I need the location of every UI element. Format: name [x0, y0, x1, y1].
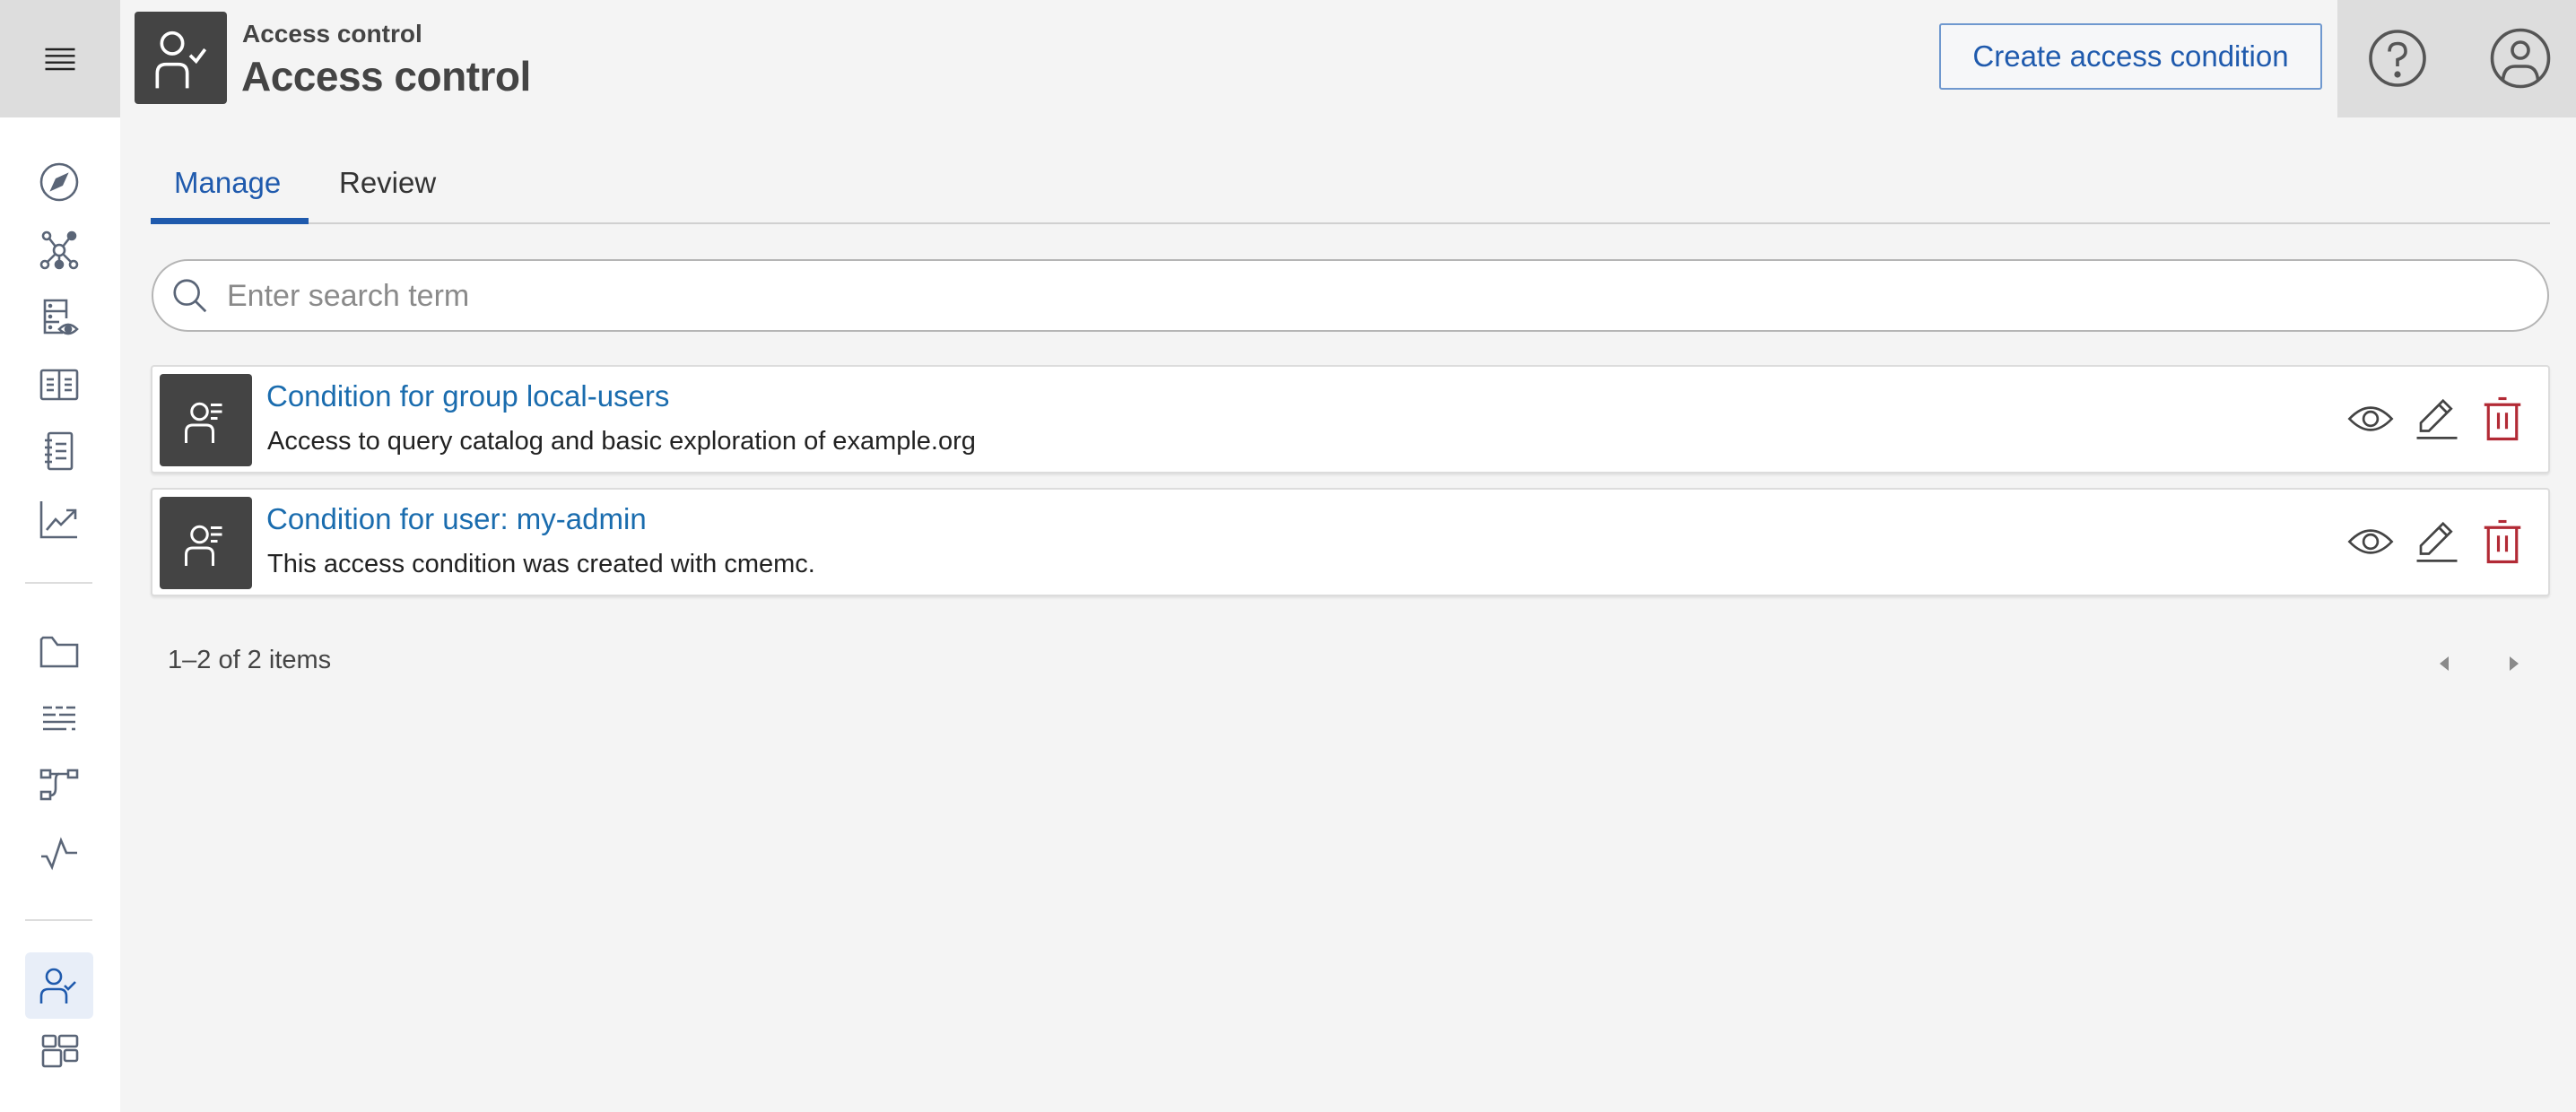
search-field	[152, 259, 2549, 332]
lines-icon	[43, 706, 75, 731]
trash-icon	[2484, 396, 2521, 441]
tab-manage[interactable]: Manage	[151, 161, 304, 222]
header-actions	[2337, 0, 2576, 117]
delete-button[interactable]	[2476, 515, 2529, 569]
condition-icon	[160, 374, 252, 466]
condition-title-link[interactable]: Condition for group local-users	[266, 379, 669, 413]
user-avatar-icon	[2490, 28, 2551, 89]
knowledge-graph-icon	[39, 230, 79, 270]
pencil-icon	[2416, 398, 2458, 439]
sidebar-item-workflows[interactable]	[25, 751, 93, 818]
sidebar-item-dashboard[interactable]	[25, 1019, 93, 1085]
sidebar-item-business-rules[interactable]	[25, 352, 93, 418]
eye-icon	[2347, 529, 2394, 554]
sidebar-item-access-control[interactable]	[25, 952, 93, 1019]
compass-icon	[39, 162, 79, 202]
edit-button[interactable]	[2410, 392, 2464, 446]
sidebar	[0, 0, 120, 1112]
sidebar-item-knowledge-graphs[interactable]	[25, 217, 93, 283]
previous-page-button[interactable]	[2425, 644, 2465, 683]
condition-icon	[160, 497, 252, 589]
hamburger-menu-icon	[45, 48, 75, 70]
user-check-icon	[39, 968, 76, 1003]
sidebar-divider	[25, 582, 92, 584]
list-item: Condition for user: my-admin This access…	[151, 488, 2550, 596]
user-check-icon	[155, 30, 206, 88]
dashboard-icon	[41, 1034, 79, 1068]
sidebar-item-datasets[interactable]	[25, 685, 93, 751]
trash-icon	[2484, 519, 2521, 564]
sidebar-item-charts[interactable]	[25, 486, 93, 552]
tab-review[interactable]: Review	[316, 161, 459, 222]
eye-icon	[2347, 406, 2394, 431]
help-icon	[2369, 30, 2426, 87]
sidebar-item-explore[interactable]	[25, 149, 93, 215]
sidebar-item-vocabularies[interactable]	[25, 285, 93, 352]
book-icon	[39, 369, 79, 401]
caret-right-icon	[2510, 656, 2519, 671]
view-button[interactable]	[2344, 392, 2398, 446]
create-access-condition-button[interactable]: Create access condition	[1939, 23, 2322, 90]
folder-icon	[39, 636, 79, 668]
user-list-icon	[184, 402, 222, 443]
user-list-icon	[184, 525, 222, 566]
condition-title-link[interactable]: Condition for user: my-admin	[266, 502, 647, 536]
database-view-icon	[43, 299, 79, 335]
pencil-icon	[2416, 521, 2458, 562]
activity-icon	[41, 837, 77, 871]
edit-button[interactable]	[2410, 515, 2464, 569]
caret-left-icon	[2440, 656, 2449, 671]
sidebar-item-activities[interactable]	[25, 820, 93, 886]
menu-button[interactable]	[0, 0, 120, 117]
user-menu-button[interactable]	[2487, 25, 2554, 91]
search-input[interactable]	[227, 270, 2523, 322]
notebook-icon	[45, 431, 74, 471]
search-icon	[173, 279, 207, 313]
condition-description: Access to query catalog and basic explor…	[267, 427, 976, 456]
workflow-icon	[39, 769, 79, 801]
view-button[interactable]	[2344, 515, 2398, 569]
breadcrumb: Access control	[242, 20, 422, 48]
sidebar-divider	[25, 919, 92, 921]
pagination-summary: 1–2 of 2 items	[168, 646, 332, 674]
sidebar-item-projects[interactable]	[25, 619, 93, 685]
page-title: Access control	[241, 53, 531, 100]
chart-icon	[39, 501, 77, 539]
active-tab-indicator	[151, 218, 309, 224]
sidebar-item-queries[interactable]	[25, 418, 93, 484]
page-icon	[135, 12, 227, 104]
help-button[interactable]	[2364, 25, 2431, 91]
list-item: Condition for group local-users Access t…	[151, 365, 2550, 473]
tab-bar: Manage Review	[151, 143, 2550, 224]
condition-description: This access condition was created with c…	[267, 550, 815, 578]
next-page-button[interactable]	[2493, 644, 2533, 683]
delete-button[interactable]	[2476, 392, 2529, 446]
